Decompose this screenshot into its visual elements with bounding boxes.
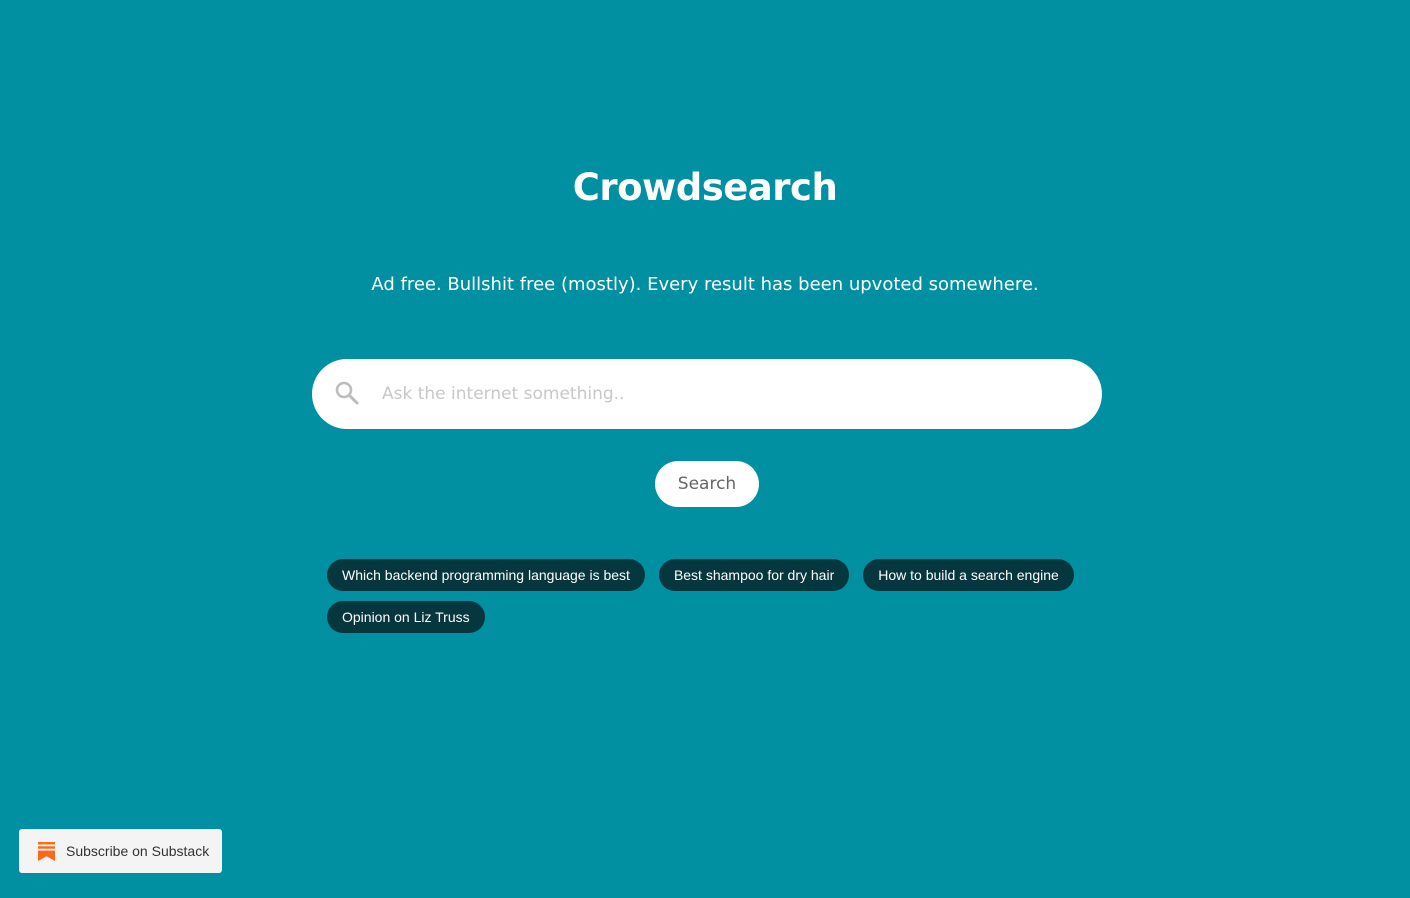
substack-icon	[38, 841, 55, 861]
suggestion-chip[interactable]: Best shampoo for dry hair	[658, 559, 850, 591]
subscribe-substack-button[interactable]: Subscribe on Substack	[19, 829, 222, 873]
tagline: Ad free. Bullshit free (mostly). Every r…	[371, 274, 1039, 295]
search-button[interactable]: Search	[655, 461, 759, 507]
search-icon	[335, 381, 359, 405]
search-input[interactable]	[382, 359, 1082, 429]
page: Crowdsearch Ad free. Bullshit free (most…	[0, 0, 1410, 898]
suggestion-chip[interactable]: How to build a search engine	[863, 559, 1074, 591]
suggestion-chip[interactable]: Which backend programming language is be…	[327, 559, 645, 591]
suggestion-chip[interactable]: Opinion on Liz Truss	[327, 601, 485, 633]
search-box[interactable]	[312, 359, 1102, 429]
suggestion-list: Which backend programming language is be…	[327, 559, 1087, 633]
page-title: Crowdsearch	[572, 166, 838, 209]
substack-label: Subscribe on Substack	[66, 843, 210, 859]
